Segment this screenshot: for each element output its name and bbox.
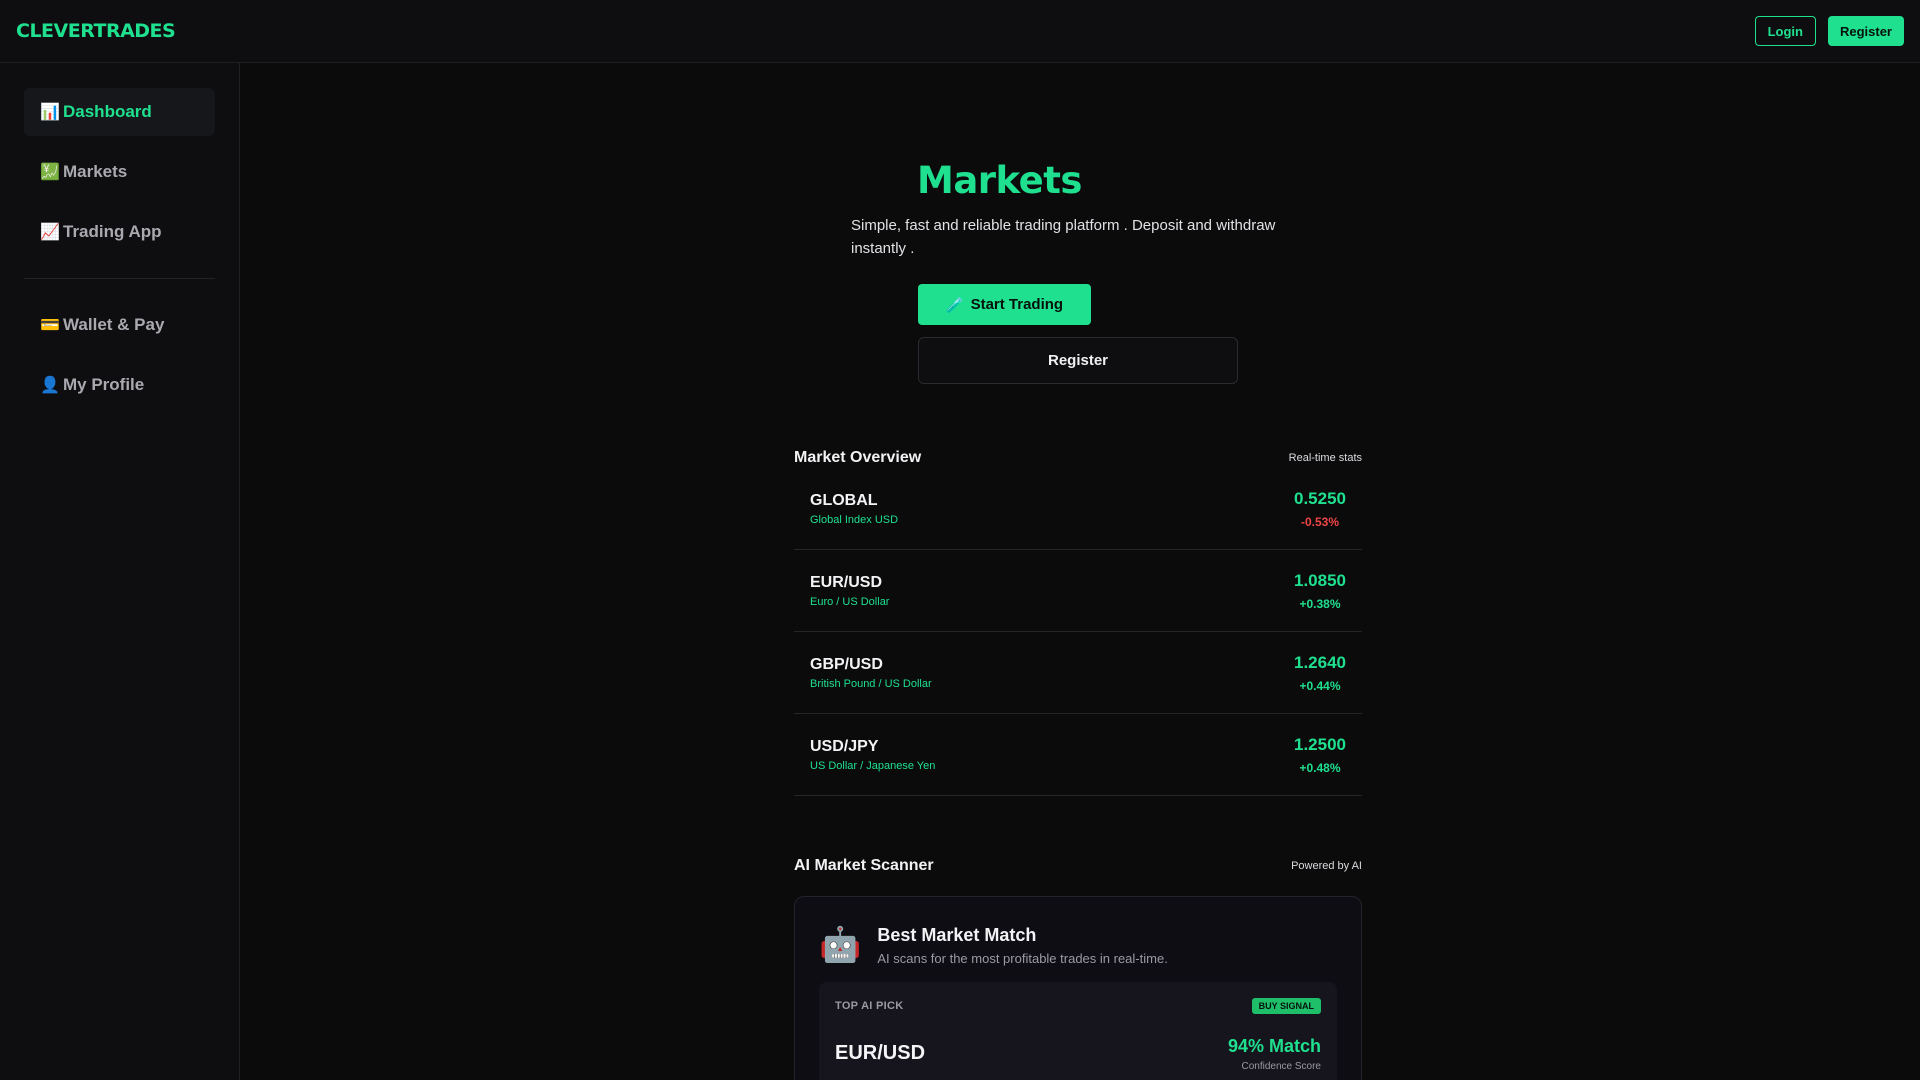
sidebar-item-label: My Profile — [63, 375, 145, 394]
pick-label: TOP AI PICK — [835, 1000, 904, 1012]
market-price: 1.0850 — [1294, 570, 1346, 590]
match-score: 94% Match — [1227, 1036, 1321, 1056]
market-row-global[interactable]: GLOBAL Global Index USD 0.5250 -0.53% — [794, 468, 1362, 550]
market-change: +0.44% — [1299, 678, 1341, 693]
sidebar: 📊 Dashboard 💹 Markets 📈 Trading App 💳 Wa… — [0, 63, 240, 1080]
start-trading-button[interactable]: 🧪 Start Trading — [918, 284, 1091, 325]
page-title: Markets — [917, 159, 1082, 202]
brand-logo[interactable]: CLEVERTRADES — [16, 20, 176, 42]
market-change: +0.38% — [1299, 596, 1341, 611]
market-row-gbp-usd[interactable]: GBP/USD British Pound / US Dollar 1.2640… — [794, 632, 1362, 714]
register-button[interactable]: Register — [918, 337, 1238, 384]
header-actions: Login Register — [1754, 16, 1904, 46]
pick-pair: EUR/USD — [835, 1042, 926, 1064]
market-change: -0.53% — [1300, 514, 1340, 529]
login-button[interactable]: Login — [1754, 16, 1816, 46]
market-name: British Pound / US Dollar — [810, 677, 932, 690]
market-row-usd-jpy[interactable]: USD/JPY US Dollar / Japanese Yen 1.2500 … — [794, 714, 1362, 796]
chart-increasing-yen-icon: 💹 — [40, 164, 60, 181]
section-title: Market Overview — [794, 449, 922, 466]
start-trading-label: Start Trading — [970, 296, 1064, 313]
sidebar-item-my-profile[interactable]: 👤 My Profile — [24, 361, 215, 409]
sidebar-item-label: Markets — [63, 162, 128, 181]
market-overview-header: Market Overview Real-time stats — [794, 449, 1362, 467]
chart-increasing-icon: 📈 — [40, 224, 60, 241]
sidebar-item-label: Wallet & Pay — [63, 315, 165, 334]
market-name: Euro / US Dollar — [810, 595, 890, 608]
status-badge: BUY SIGNAL — [1251, 998, 1321, 1014]
user-icon: 👤 — [40, 377, 60, 394]
bar-chart-icon: 📊 — [40, 104, 60, 121]
hero-subtitle: Simple, fast and reliable trading platfo… — [851, 217, 1276, 257]
main-content: Markets Simple, fast and reliable tradin… — [241, 63, 1920, 1080]
market-row-eur-usd[interactable]: EUR/USD Euro / US Dollar 1.0850 +0.38% — [794, 550, 1362, 632]
market-name: US Dollar / Japanese Yen — [810, 759, 936, 772]
card-title: Best Market Match — [877, 925, 1037, 945]
market-price: 0.5250 — [1294, 488, 1346, 508]
section-note: Real-time stats — [1288, 452, 1362, 464]
header-register-button[interactable]: Register — [1827, 16, 1904, 46]
sidebar-item-wallet-pay[interactable]: 💳 Wallet & Pay — [24, 301, 215, 349]
top-bar: CLEVERTRADES Login Register — [0, 0, 1920, 63]
sidebar-item-trading-app[interactable]: 📈 Trading App — [24, 208, 215, 256]
robot-icon: 🤖 — [819, 926, 862, 964]
ai-scanner-header: AI Market Scanner Powered by AI — [794, 857, 1362, 875]
section-title: AI Market Scanner — [794, 857, 934, 874]
sidebar-item-markets[interactable]: 💹 Markets — [24, 148, 215, 196]
top-pick-box[interactable]: TOP AI PICK BUY SIGNAL EUR/USD 94% Match… — [819, 982, 1337, 1080]
sidebar-item-label: Dashboard — [63, 102, 152, 121]
test-tube-icon: 🧪 — [945, 296, 965, 314]
sidebar-item-dashboard[interactable]: 📊 Dashboard — [24, 88, 215, 136]
market-change: +0.48% — [1299, 760, 1341, 775]
section-note: Powered by AI — [1291, 860, 1362, 872]
card-description: AI scans for the most profitable trades … — [877, 951, 1168, 966]
credit-card-icon: 💳 — [40, 317, 60, 334]
market-list: GLOBAL Global Index USD 0.5250 -0.53% EU… — [794, 468, 1362, 796]
sidebar-divider — [24, 278, 215, 279]
market-name: Global Index USD — [810, 513, 899, 526]
market-symbol: EUR/USD — [810, 573, 883, 591]
ai-scanner-card: 🤖 Best Market Match AI scans for the mos… — [794, 896, 1362, 1080]
market-symbol: USD/JPY — [810, 737, 879, 755]
market-symbol: GBP/USD — [810, 655, 883, 673]
sidebar-item-label: Trading App — [63, 222, 162, 241]
market-price: 1.2500 — [1294, 734, 1346, 754]
market-symbol: GLOBAL — [810, 491, 878, 509]
market-price: 1.2640 — [1294, 652, 1346, 672]
confidence-label: Confidence Score — [1241, 1061, 1322, 1072]
